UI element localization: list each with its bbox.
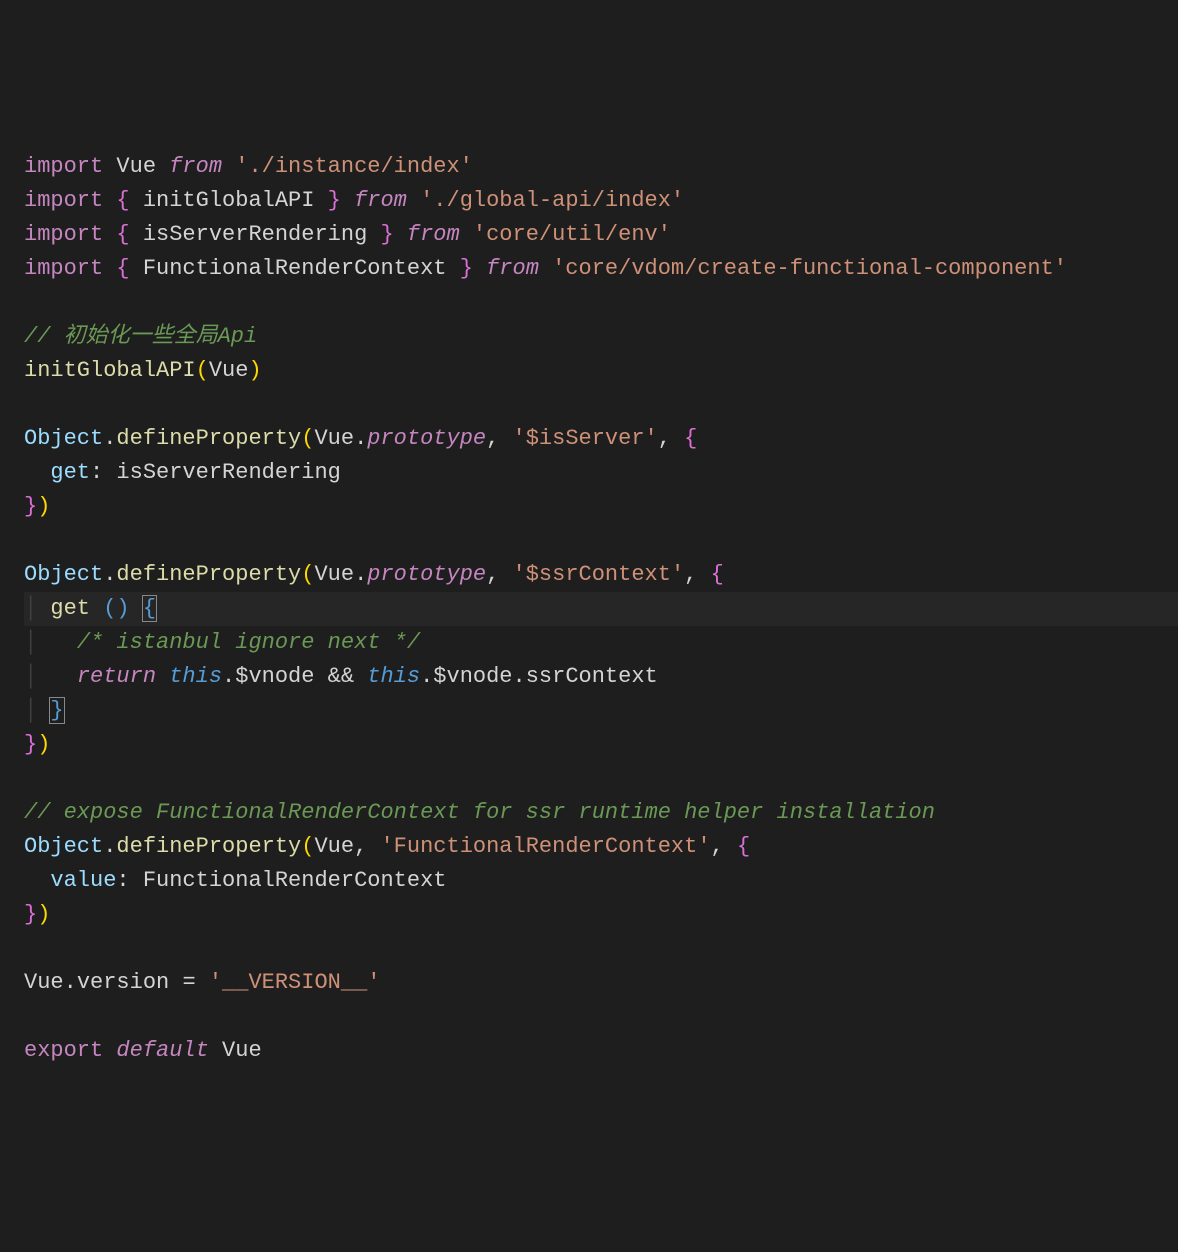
- blank-line: [24, 528, 37, 553]
- blank-line: [24, 290, 37, 315]
- code-line: │ }: [24, 698, 64, 723]
- blank-line: [24, 936, 37, 961]
- identifier-vue: Vue: [116, 154, 156, 179]
- blank-line: [24, 1004, 37, 1029]
- code-line: Vue.version = '__VERSION__': [24, 970, 380, 995]
- code-line: }): [24, 732, 50, 757]
- code-line: │ return this.$vnode && this.$vnode.ssrC…: [24, 664, 658, 689]
- keyword-import: import: [24, 154, 103, 179]
- brace-match: }: [50, 698, 63, 723]
- code-line: Object.defineProperty(Vue.prototype, '$s…: [24, 562, 724, 587]
- code-line: import { FunctionalRenderContext } from …: [24, 256, 1067, 281]
- code-line: import { isServerRendering } from 'core/…: [24, 222, 671, 247]
- code-line: get: isServerRendering: [24, 460, 341, 485]
- code-line: // expose FunctionalRenderContext for ss…: [24, 800, 935, 825]
- code-line: // 初始化一些全局Api: [24, 324, 257, 349]
- keyword-from: from: [169, 154, 222, 179]
- code-editor-view[interactable]: import Vue from './instance/index' impor…: [24, 150, 1178, 1068]
- code-line: │ /* istanbul ignore next */: [24, 630, 420, 655]
- code-line: Object.defineProperty(Vue.prototype, '$i…: [24, 426, 697, 451]
- code-line: import Vue from './instance/index': [24, 154, 473, 179]
- code-line: }): [24, 494, 50, 519]
- code-line: value: FunctionalRenderContext: [24, 868, 446, 893]
- code-line-cursor: │ get () {: [24, 592, 1178, 626]
- fn-call: initGlobalAPI: [24, 358, 196, 383]
- blank-line: [24, 766, 37, 791]
- comment: // 初始化一些全局Api: [24, 324, 257, 349]
- string-literal: './instance/index': [235, 154, 473, 179]
- code-line: export default Vue: [24, 1038, 262, 1063]
- code-line: Object.defineProperty(Vue, 'FunctionalRe…: [24, 834, 750, 859]
- blank-line: [24, 392, 37, 417]
- code-line: }): [24, 902, 50, 927]
- brace-match: {: [143, 596, 156, 621]
- code-line: import { initGlobalAPI } from './global-…: [24, 188, 684, 213]
- code-line: initGlobalAPI(Vue): [24, 358, 262, 383]
